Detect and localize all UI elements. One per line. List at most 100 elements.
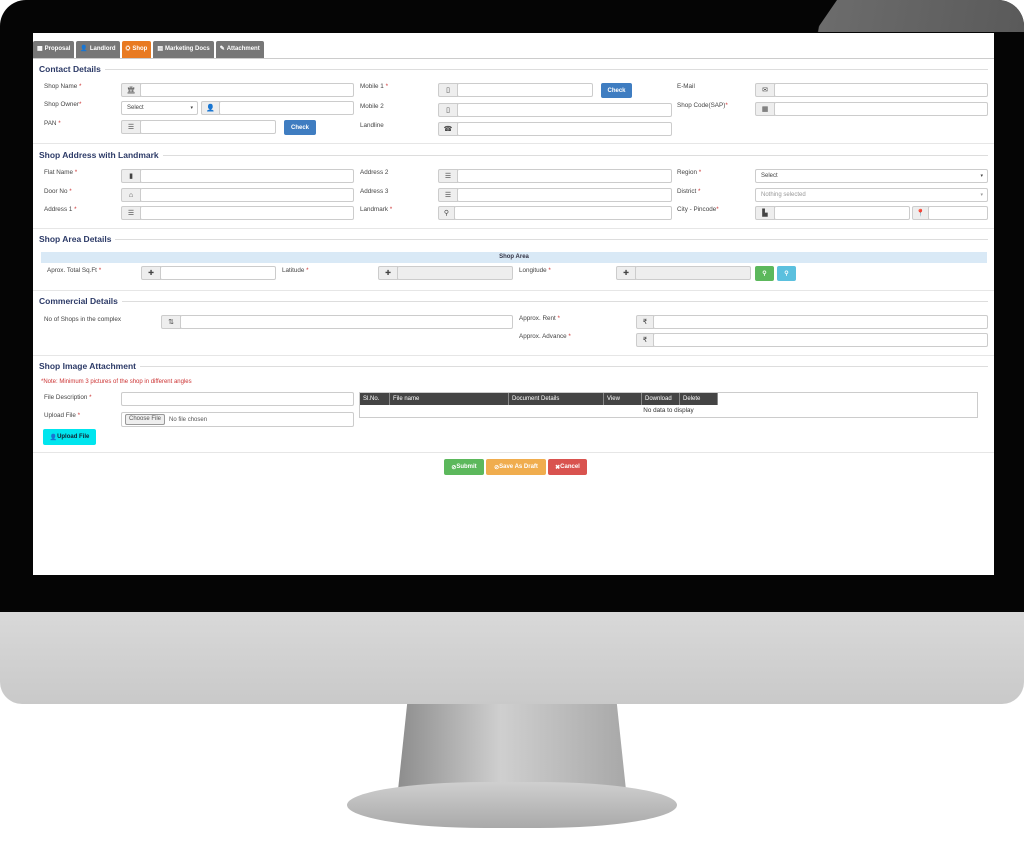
list-icon: ☰ — [121, 120, 141, 134]
door-no-input[interactable] — [140, 188, 354, 202]
no-of-shops-label: No of Shops in the complex — [44, 316, 122, 323]
plus-icon: ✚ — [141, 266, 161, 280]
map-marker-icon: ⚲ — [762, 271, 767, 277]
locate-button[interactable]: ⚲ — [777, 266, 796, 281]
list-icon: ☰ — [438, 169, 458, 183]
advance-label: Approx. Advance * — [519, 333, 571, 340]
tab-proposal[interactable]: ▦ Proposal — [33, 41, 75, 58]
image-section-title: Shop Image Attachment — [39, 361, 988, 371]
city-input[interactable] — [774, 206, 910, 220]
envelope-icon: ✉ — [755, 83, 775, 97]
pincode-input[interactable] — [928, 206, 988, 220]
attachment-grid: Sl.No. File name Document Details View D… — [359, 392, 978, 418]
landline-label: Landline — [360, 122, 384, 129]
tab-shop[interactable]: ⛭ Shop — [121, 41, 152, 58]
divider — [33, 355, 994, 356]
user-icon: 👤 — [201, 101, 220, 115]
door-no-label: Door No * — [44, 188, 72, 195]
file-picker[interactable]: Choose File No file chosen — [121, 412, 354, 427]
region-select[interactable]: Select ▾ — [755, 169, 988, 183]
mobile1-input[interactable] — [457, 83, 593, 97]
tab-underline — [33, 58, 994, 59]
col-download[interactable]: Download — [642, 393, 680, 405]
contact-section-title: Contact Details — [39, 64, 988, 74]
region-label: Region * — [677, 169, 702, 176]
no-data-message: No data to display — [643, 407, 694, 414]
address2-input[interactable] — [457, 169, 672, 183]
col-view[interactable]: View — [604, 393, 642, 405]
mobile-icon: ▯ — [438, 103, 458, 117]
email-label: E-Mail — [677, 83, 695, 90]
shop-name-label: Shop Name * — [44, 83, 82, 90]
grid-header: Sl.No. File name Document Details View D… — [360, 393, 718, 405]
district-label: District * — [677, 188, 701, 195]
longitude-input[interactable] — [635, 266, 751, 280]
flat-name-input[interactable] — [140, 169, 354, 183]
rent-input[interactable] — [653, 315, 988, 329]
submit-button[interactable]: ⊘ Submit — [444, 459, 484, 475]
address3-input[interactable] — [457, 188, 672, 202]
shop-name-input[interactable] — [140, 83, 354, 97]
landmark-input[interactable] — [454, 206, 672, 220]
map-marker-icon: ⚲ — [438, 206, 455, 220]
user-icon: 👤 — [49, 434, 58, 441]
list-icon: ☰ — [121, 206, 141, 220]
tab-bar: ▦ Proposal 👤 Landlord ⛭ Shop ▤ Marketing Doc… — [33, 41, 264, 58]
save-draft-button[interactable]: ⊘ Save As Draft — [486, 459, 546, 475]
caret-down-icon: ▾ — [980, 192, 983, 198]
address2-label: Address 2 — [360, 169, 389, 176]
pan-label: PAN * — [44, 120, 61, 127]
mobile2-input[interactable] — [457, 103, 672, 117]
col-document-details[interactable]: Document Details — [509, 393, 604, 405]
shop-owner-select[interactable]: Select ▾ — [121, 101, 198, 115]
monitor-chin — [0, 612, 1024, 704]
mobile2-label: Mobile 2 — [360, 103, 384, 110]
shop-owner-label: Shop Owner* — [44, 101, 82, 108]
home-icon: ⌂ — [121, 188, 141, 202]
email-input[interactable] — [774, 83, 988, 97]
landline-input[interactable] — [457, 122, 672, 136]
rupee-icon: ₹ — [636, 333, 654, 347]
mobile1-label: Mobile 1 * — [360, 83, 389, 90]
file-description-input[interactable] — [121, 392, 354, 406]
sqft-input[interactable] — [160, 266, 276, 280]
advance-input[interactable] — [653, 333, 988, 347]
shop-code-input[interactable] — [774, 102, 988, 116]
shop-owner-input[interactable] — [219, 101, 354, 115]
longitude-label: Longitude * — [519, 267, 551, 274]
col-delete[interactable]: Delete — [680, 393, 718, 405]
area-section-title: Shop Area Details — [39, 234, 988, 244]
upload-file-label: Upload File * — [44, 412, 81, 419]
choose-file-button[interactable]: Choose File — [125, 414, 166, 425]
tab-landlord[interactable]: 👤 Landlord — [76, 41, 120, 58]
sqft-label: Aprox. Total Sq.Ft * — [47, 267, 102, 274]
upload-file-button[interactable]: 👤 Upload File — [43, 429, 96, 445]
mobile-check-button[interactable]: Check — [601, 83, 632, 98]
image-note: *Note: Minimum 3 pictures of the shop in… — [41, 379, 192, 385]
building-icon: ▮ — [121, 169, 141, 183]
latitude-input[interactable] — [397, 266, 513, 280]
col-file-name[interactable]: File name — [390, 393, 509, 405]
caret-down-icon: ▾ — [190, 105, 193, 111]
user-icon: 👤 — [80, 46, 88, 52]
address1-label: Address 1 * — [44, 206, 77, 213]
map-marker-button[interactable]: ⚲ — [755, 266, 774, 281]
document-icon: ▤ — [157, 46, 163, 52]
tab-marketing-docs[interactable]: ▤ Marketing Docs — [153, 41, 214, 58]
col-slno[interactable]: Sl.No. — [360, 393, 390, 405]
district-select[interactable]: Nothing selected ▾ — [755, 188, 988, 202]
pin-icon: 📍 — [912, 206, 929, 220]
pan-input[interactable] — [140, 120, 276, 134]
no-file-text: No file chosen — [169, 416, 208, 423]
tab-attachment[interactable]: ✎ Attachment — [215, 41, 264, 58]
cancel-button[interactable]: ✖ Cancel — [548, 459, 587, 475]
no-of-shops-input[interactable] — [180, 315, 513, 329]
address1-input[interactable] — [140, 206, 354, 220]
sort-numeric-icon: ⇅ — [161, 315, 181, 329]
location-icon: ⚲ — [784, 271, 789, 277]
calculator-icon: ▦ — [755, 102, 775, 116]
pan-check-button[interactable]: Check — [284, 120, 316, 135]
shop-area-band: Shop Area — [41, 252, 987, 263]
shop-code-label: Shop Code(SAP)* — [677, 102, 728, 109]
app-screen: ▦ Proposal 👤 Landlord ⛭ Shop ▤ Marketing Doc… — [33, 33, 994, 575]
